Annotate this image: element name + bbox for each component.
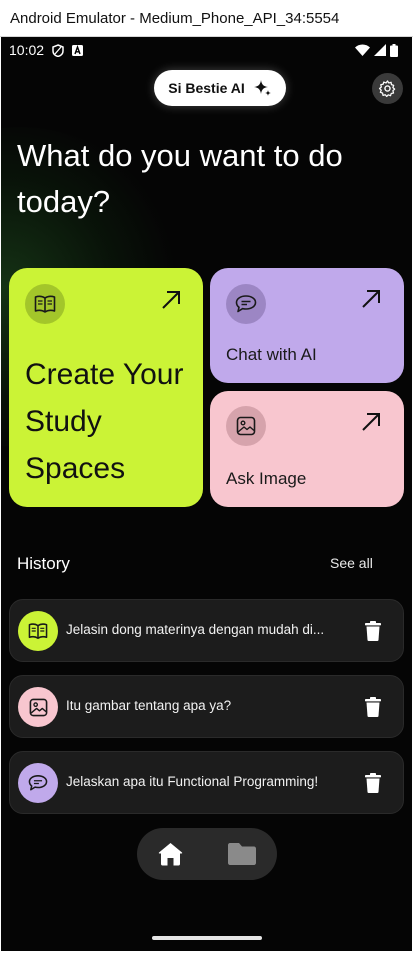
trash-icon	[365, 773, 381, 793]
arrow-up-right-icon	[162, 291, 180, 309]
chat-card-title: Chat with AI	[226, 345, 317, 364]
history-item[interactable]: Jelasin dong materinya dengan mudah di..…	[9, 599, 404, 662]
chat-with-ai-card[interactable]: Chat with AI	[210, 268, 404, 383]
notification-a-icon	[72, 44, 84, 56]
card-icon-bg	[226, 284, 266, 324]
delete-button[interactable]	[362, 696, 384, 718]
battery-icon	[390, 43, 398, 57]
see-all-link[interactable]: See all	[330, 555, 373, 571]
trash-icon	[365, 697, 381, 717]
card-icon-bg	[226, 406, 266, 446]
history-item-text: Itu gambar tentang apa ya?	[66, 698, 232, 713]
settings-button[interactable]	[372, 73, 403, 104]
history-icon-bg	[18, 611, 58, 651]
image-icon	[236, 416, 256, 436]
delete-button[interactable]	[362, 772, 384, 794]
sparkle-icon	[253, 79, 271, 96]
nav-folder-button[interactable]	[228, 843, 256, 870]
card-icon-bg	[25, 284, 65, 324]
history-item[interactable]: Jelaskan apa itu Functional Programming!	[9, 751, 404, 814]
image-icon	[29, 698, 47, 716]
study-card-title: Create Your Study Spaces	[25, 358, 184, 485]
delete-button[interactable]	[362, 620, 384, 642]
status-time: 10:02	[9, 42, 45, 58]
home-icon	[158, 843, 183, 866]
trash-icon	[365, 621, 381, 641]
arrow-up-right-icon	[362, 413, 380, 431]
history-heading: History	[17, 554, 70, 573]
nav-home-button[interactable]	[158, 842, 183, 871]
history-item-text: Jelaskan apa itu Functional Programming!	[66, 774, 319, 789]
ask-image-card[interactable]: Ask Image	[210, 391, 404, 507]
shield-icon	[52, 43, 64, 57]
arrow-up-right-icon	[362, 290, 380, 308]
create-study-space-card[interactable]: Create Your Study Spaces	[9, 268, 203, 507]
wifi-icon	[355, 44, 370, 56]
history-item-text: Jelasin dong materinya dengan mudah di..…	[66, 622, 325, 637]
gear-icon	[378, 80, 396, 98]
book-icon	[28, 623, 48, 639]
history-item[interactable]: Itu gambar tentang apa ya?	[9, 675, 404, 738]
brand-name: Si Bestie AI	[168, 80, 245, 96]
emulator-titlebar: Android Emulator - Medium_Phone_API_34:5…	[0, 0, 413, 37]
status-bar: 10:02	[1, 37, 412, 63]
chat-icon	[28, 775, 48, 791]
history-icon-bg	[18, 687, 58, 727]
book-icon	[34, 295, 56, 313]
phone-screen: 10:02 Si Bestie AI What do you want to d…	[1, 37, 412, 951]
brand-pill: Si Bestie AI	[154, 70, 286, 106]
bottom-navigation	[137, 828, 277, 880]
folder-icon	[228, 843, 256, 865]
history-icon-bg	[18, 763, 58, 803]
image-card-title: Ask Image	[226, 469, 307, 488]
chat-icon	[235, 295, 257, 313]
window-title: Android Emulator - Medium_Phone_API_34:5…	[10, 9, 340, 27]
gesture-home-indicator[interactable]	[152, 936, 262, 940]
page-headline: What do you want to do today?	[17, 138, 343, 219]
signal-icon	[374, 44, 386, 56]
